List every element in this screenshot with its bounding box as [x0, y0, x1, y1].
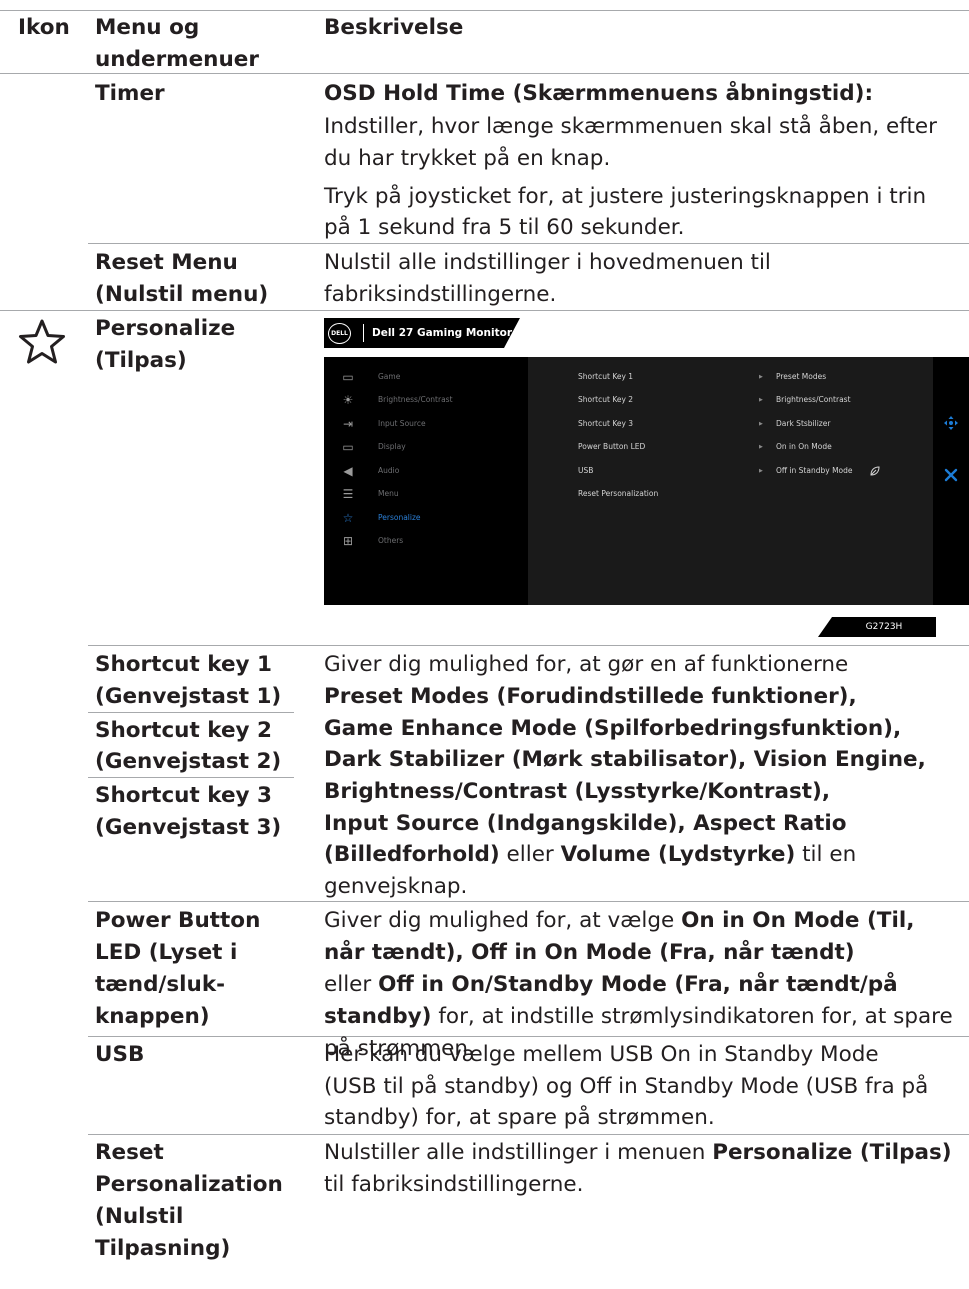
- personalize-icon: ☆: [342, 511, 354, 525]
- shortcut-desc-line1: Giver dig mulighed for, at gør en af fun…: [324, 652, 849, 677]
- power-led-name-line1: Power Button: [95, 908, 261, 933]
- shortcut-desc-line6: Input Source (Indgangskilde), Aspect Rat…: [324, 811, 847, 836]
- osd-setting-power-button-led[interactable]: Power Button LED ▶ On in On Mode: [578, 437, 928, 457]
- table-top-rule: [0, 10, 969, 11]
- osd-setting-reset-personalization[interactable]: Reset Personalization: [578, 484, 928, 504]
- shortcut-key-1-line2: (Genvejstast 1): [95, 684, 282, 709]
- usb-desc-line1: Her kan du vælge mellem USB On in Standb…: [324, 1042, 879, 1067]
- osd-menu-item-display[interactable]: ▭ Display: [340, 437, 525, 457]
- shortcut-key-2-line1: Shortcut key 2: [95, 718, 273, 743]
- chevron-right-icon: ▶: [759, 468, 763, 474]
- display-icon: ▭: [342, 440, 354, 454]
- osd-main-menu: ▭ Game ☀ Brightness/Contrast ⇥ Input Sou…: [324, 357, 528, 605]
- osd-submenu: Shortcut Key 1 ▶ Preset Modes Shortcut K…: [528, 357, 933, 605]
- shortcut-desc-line5: Brightness/Contrast (Lysstyrke/Kontrast)…: [324, 779, 831, 804]
- chevron-right-icon: ▶: [759, 421, 763, 427]
- header-menu-column-line1: Menu og: [95, 15, 200, 40]
- row-rule-shortcut: [88, 901, 969, 902]
- osd-menu-item-brightness[interactable]: ☀ Brightness/Contrast: [340, 390, 525, 410]
- osd-menu-item-personalize[interactable]: ☆ Personalize: [340, 508, 525, 528]
- power-led-desc-line2: når tændt), Off in On Mode (Fra, når tæn…: [324, 940, 855, 965]
- shortcut-key-3-line1: Shortcut key 3: [95, 783, 273, 808]
- shortcut-desc-line4: Dark Stabilizer (Mørk stabilisator), Vis…: [324, 747, 926, 772]
- power-led-name-line2: LED (Lyset i: [95, 940, 238, 965]
- shortcut-desc-line8: genvejsknap.: [324, 874, 468, 899]
- menu-icon: ☰: [342, 487, 354, 501]
- reset-personalization-name-line3: (Nulstil: [95, 1204, 184, 1229]
- reset-menu-name-line2: (Nulstil menu): [95, 282, 269, 307]
- row-rule-osd: [88, 645, 969, 646]
- shortcut-key-2-line2: (Genvejstast 2): [95, 749, 282, 774]
- input-source-icon: ⇥: [342, 417, 354, 431]
- shortcut-desc-line2: Preset Modes (Forudindstillede funktione…: [324, 684, 857, 709]
- move-icon[interactable]: [944, 415, 958, 430]
- reset-menu-name-line1: Reset Menu: [95, 250, 238, 275]
- osd-setting-usb[interactable]: USB ▶ Off in Standby Mode: [578, 461, 928, 481]
- osd-setting-shortcut-key-3[interactable]: Shortcut Key 3 ▶ Dark Stsbilizer: [578, 414, 928, 434]
- chevron-right-icon: ▶: [759, 444, 763, 450]
- others-icon: ⊞: [342, 534, 354, 548]
- timer-desc1-line1: Indstiller, hvor længe skærmmenuen skal …: [324, 114, 937, 139]
- brightness-icon: ☀: [342, 393, 354, 407]
- reset-personalization-name-line4: Tilpasning): [95, 1236, 231, 1261]
- power-led-desc-line4: standby) for, at indstille strømlysindik…: [324, 1004, 953, 1029]
- osd-setting-shortcut-key-1[interactable]: Shortcut Key 1 ▶ Preset Modes: [578, 367, 928, 387]
- timer-desc2-line2: på 1 sekund fra 5 til 60 sekunder.: [324, 215, 685, 240]
- reset-personalization-desc-line1: Nulstiller alle indstillinger i menuen P…: [324, 1140, 952, 1165]
- osd-header-bar: DELL Dell 27 Gaming Monitor: [324, 318, 520, 348]
- power-led-name-line4: knappen): [95, 1004, 210, 1029]
- model-number: G2723H: [865, 622, 903, 632]
- reset-menu-desc-line2: fabriksindstillingerne.: [324, 282, 557, 307]
- osd-title: Dell 27 Gaming Monitor: [372, 327, 512, 339]
- close-icon[interactable]: [944, 467, 958, 482]
- shortcut-desc-line3: Game Enhance Mode (Spilforbedringsfunkti…: [324, 716, 902, 741]
- osd-menu-item-others[interactable]: ⊞ Others: [340, 531, 525, 551]
- power-led-desc-line1: Giver dig mulighed for, at vælge On in O…: [324, 908, 915, 933]
- reset-personalization-name-line1: Reset: [95, 1140, 164, 1165]
- reset-personalization-desc-line2: til fabriksindstillingerne.: [324, 1172, 584, 1197]
- osd-menu-item-audio[interactable]: ◀ Audio: [340, 461, 525, 481]
- personalize-name-line2: (Tilpas): [95, 348, 187, 373]
- chevron-right-icon: ▶: [759, 397, 763, 403]
- reset-menu-desc-line1: Nulstil alle indstillinger i hovedmenuen…: [324, 250, 771, 275]
- timer-desc1-line2: du har trykket på en knap.: [324, 146, 611, 171]
- osd-model-tag: G2723H: [818, 617, 936, 637]
- personalize-name-line1: Personalize: [95, 316, 236, 341]
- timer-name: Timer: [95, 81, 165, 106]
- shortcut-key-3-line2: (Genvejstast 3): [95, 815, 282, 840]
- usb-desc-line2: (USB til på standby) og Off in Standby M…: [324, 1074, 929, 1099]
- header-description-column: Beskrivelse: [324, 15, 464, 40]
- osd-setting-shortcut-key-2[interactable]: Shortcut Key 2 ▶ Brightness/Contrast: [578, 390, 928, 410]
- row-rule-power: [88, 1036, 969, 1037]
- power-led-desc-line3: eller Off in On/Standby Mode (Fra, når t…: [324, 972, 898, 997]
- timer-title: OSD Hold Time (Skærmmenuens åbningstid):: [324, 81, 874, 106]
- game-icon: ▭: [342, 370, 354, 384]
- reset-personalization-name-line2: Personalization: [95, 1172, 283, 1197]
- timer-desc2-line1: Tryk på joysticket for, at justere juste…: [324, 184, 927, 209]
- shortcut-desc-line7: (Billedforhold) eller Volume (Lydstyrke)…: [324, 842, 857, 867]
- chevron-right-icon: ▶: [759, 374, 763, 380]
- audio-icon: ◀: [343, 464, 353, 478]
- osd-menu-item-input-source[interactable]: ⇥ Input Source: [340, 414, 525, 434]
- usb-name: USB: [95, 1042, 145, 1067]
- power-led-name-line3: tænd/sluk-: [95, 972, 226, 997]
- osd-header-separator: [363, 324, 364, 342]
- usb-desc-line3: standby) for, at spare på strømmen.: [324, 1105, 715, 1130]
- dell-logo: DELL: [328, 323, 351, 344]
- osd-panel: ▭ Game ☀ Brightness/Contrast ⇥ Input Sou…: [324, 357, 969, 605]
- shortcut-key-1-line1: Shortcut key 1: [95, 652, 273, 677]
- header-menu-column-line2: undermenuer: [95, 47, 259, 72]
- header-icon-column: Ikon: [18, 15, 70, 40]
- row-rule-usb: [88, 1134, 969, 1135]
- osd-control-strip: [933, 357, 969, 605]
- osd-menu-item-game[interactable]: ▭ Game: [340, 367, 525, 387]
- energy-leaf-icon: [870, 466, 880, 476]
- star-outline-icon: [18, 318, 66, 366]
- osd-menu-item-menu[interactable]: ☰ Menu: [340, 484, 525, 504]
